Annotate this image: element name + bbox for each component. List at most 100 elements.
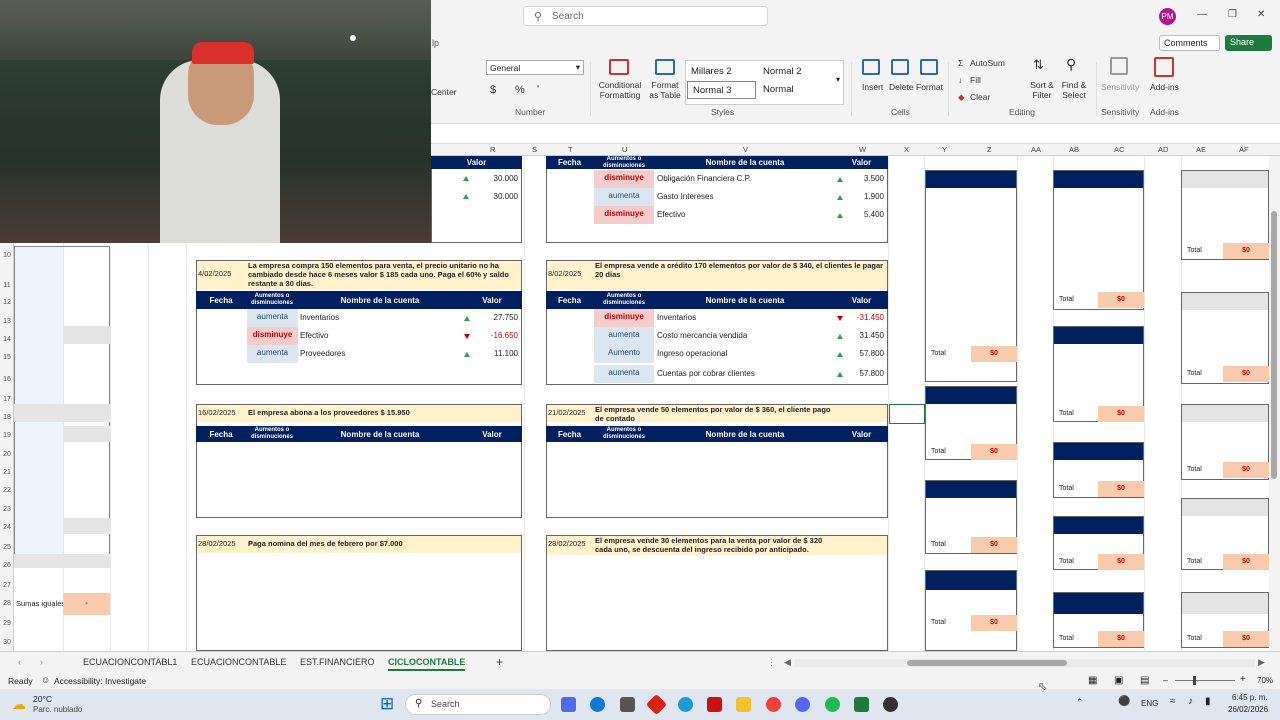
weather-temp[interactable]: 20°C [33,694,52,704]
prev-sheet-icon[interactable]: ‹ [18,657,21,667]
account-cell[interactable]: Efectivo [655,206,835,223]
find-select-button[interactable]: Find & Select [1056,80,1092,100]
row-header[interactable]: 25 [0,544,14,551]
battery-icon[interactable]: ▮ [1205,696,1211,707]
row-header[interactable]: 28 [0,600,14,607]
account-cell[interactable]: Inventarios [655,309,835,326]
insert-button[interactable]: Insert [862,82,883,92]
column-header[interactable]: AB [1069,145,1079,154]
row-header[interactable]: 22 [0,487,14,494]
scroll-left-icon[interactable]: ◀ [784,657,791,668]
format-cells-icon[interactable] [920,59,938,75]
horizontal-scrollbar[interactable] [795,659,1255,667]
vertical-scrollbar[interactable] [1269,156,1280,651]
row-header[interactable]: 15 [0,354,14,361]
account-cell[interactable]: Inventarios [298,309,462,326]
excel-icon[interactable] [854,697,869,712]
comments-button[interactable]: Comments [1159,35,1220,51]
insert-cells-icon[interactable] [862,59,880,75]
column-header[interactable]: AC [1114,145,1124,154]
selected-cell[interactable] [889,404,925,424]
sort-filter-button[interactable]: Sort & Filter [1026,80,1058,100]
spotify-icon[interactable] [825,697,840,712]
next-sheet-icon[interactable]: › [40,657,43,667]
store-icon[interactable] [620,697,635,712]
format-as-table-button[interactable]: Format as Table [646,80,684,100]
more-sheets-icon[interactable]: ⋮ [767,657,776,668]
microphone-icon[interactable]: ⚫ [1118,696,1130,707]
account-cell[interactable]: Ingreso operacional [655,345,835,362]
column-header[interactable]: S [532,145,537,154]
sheet-tab[interactable]: ECUACIONCONTABLE [191,657,286,667]
sheet-tab[interactable]: EST.FINANCIERO [300,657,375,667]
edge-icon[interactable] [590,697,605,712]
account-cell[interactable]: Obligación Financiera C.P. [655,170,835,187]
value-cell[interactable]: 57.800 [840,365,888,382]
minimize-icon[interactable]: — [1197,9,1207,20]
movement-badge[interactable]: disminuye [247,327,298,345]
movement-badge[interactable]: disminuye [594,170,654,188]
column-header[interactable]: U [622,145,627,154]
scroll-right-icon[interactable]: ▶ [1258,657,1265,668]
horizontal-scroll-thumb[interactable] [907,660,1067,666]
page-layout-icon[interactable]: ▣ [1114,675,1123,686]
chrome-icon[interactable] [766,697,781,712]
account-cell[interactable]: Costo mercancia vendida [655,327,835,344]
delete-cells-icon[interactable] [891,59,909,75]
fill-button[interactable]: Fill [970,75,981,85]
ribbon-tab-fragment[interactable]: lp [432,38,439,48]
row-header[interactable]: 23 [0,506,14,513]
zoom-level[interactable]: 70% [1257,676,1273,685]
search-box[interactable]: ⚲ Search [523,6,768,26]
column-header[interactable]: AD [1158,145,1168,154]
accessibility-status[interactable]: Accessibility: Investigate [54,676,146,686]
fill-icon[interactable]: ↓ [958,75,962,85]
align-center-label[interactable]: Center [431,87,457,97]
format-button[interactable]: Format [916,82,943,92]
avatar[interactable]: PM [1159,8,1176,25]
value-cell[interactable]: 57.800 [840,345,888,362]
value-cell[interactable]: 27.750 [472,309,522,326]
movement-badge[interactable]: disminuye [594,309,654,327]
wifi-icon[interactable]: ≈ [1170,696,1176,707]
row-header[interactable]: 29 [0,620,14,627]
column-header[interactable]: AE [1196,145,1206,154]
value-cell[interactable]: 30.000 [472,170,522,187]
accessibility-icon[interactable]: ☺ [41,675,50,685]
comma-icon[interactable]: ʹ [537,84,539,96]
clear-button[interactable]: Clear [970,92,990,102]
sheet-tab-active[interactable]: CICLOCONTABLE [388,657,466,671]
row-header[interactable]: 14 [0,336,14,343]
vertical-scroll-thumb[interactable] [1271,211,1277,479]
row-header[interactable]: 17 [0,396,14,403]
add-ins-icon[interactable] [1154,57,1174,77]
row-header[interactable]: 19 [0,432,14,439]
file-explorer-icon[interactable] [736,697,751,712]
column-header[interactable]: T [568,145,573,154]
clock-time[interactable]: 6:45 p. m. [1232,693,1268,702]
clear-icon[interactable]: ◆ [958,92,965,103]
autosum-button[interactable]: AutoSum [970,58,1005,68]
sensitivity-icon[interactable] [1110,57,1128,75]
share-button[interactable]: Share [1225,35,1272,51]
value-cell[interactable]: 5.400 [840,206,888,223]
language-indicator[interactable]: ENG [1141,699,1158,708]
movement-badge[interactable]: disminuye [594,206,654,224]
movement-badge[interactable]: aumenta [594,365,654,383]
column-header[interactable]: W [859,145,866,154]
column-header[interactable]: Y [942,145,947,154]
account-cell[interactable]: Efectivo [298,327,462,344]
mcafee-icon[interactable] [707,697,722,712]
volume-icon[interactable]: ♪ [1188,696,1193,707]
app-icon[interactable] [645,693,668,716]
value-cell[interactable]: 1.900 [840,188,888,205]
row-header[interactable]: 20 [0,451,14,458]
row-header[interactable]: 30 [0,639,14,646]
restore-icon[interactable]: ❐ [1228,9,1237,20]
row-header[interactable]: 13 [0,318,14,325]
column-header[interactable]: Z [987,145,992,154]
movement-badge[interactable]: Aumento [594,345,654,363]
normal-view-icon[interactable]: ▦ [1088,675,1097,686]
clock-date[interactable]: 26/02/2026 [1228,705,1268,714]
delete-button[interactable]: Delete [889,82,914,92]
